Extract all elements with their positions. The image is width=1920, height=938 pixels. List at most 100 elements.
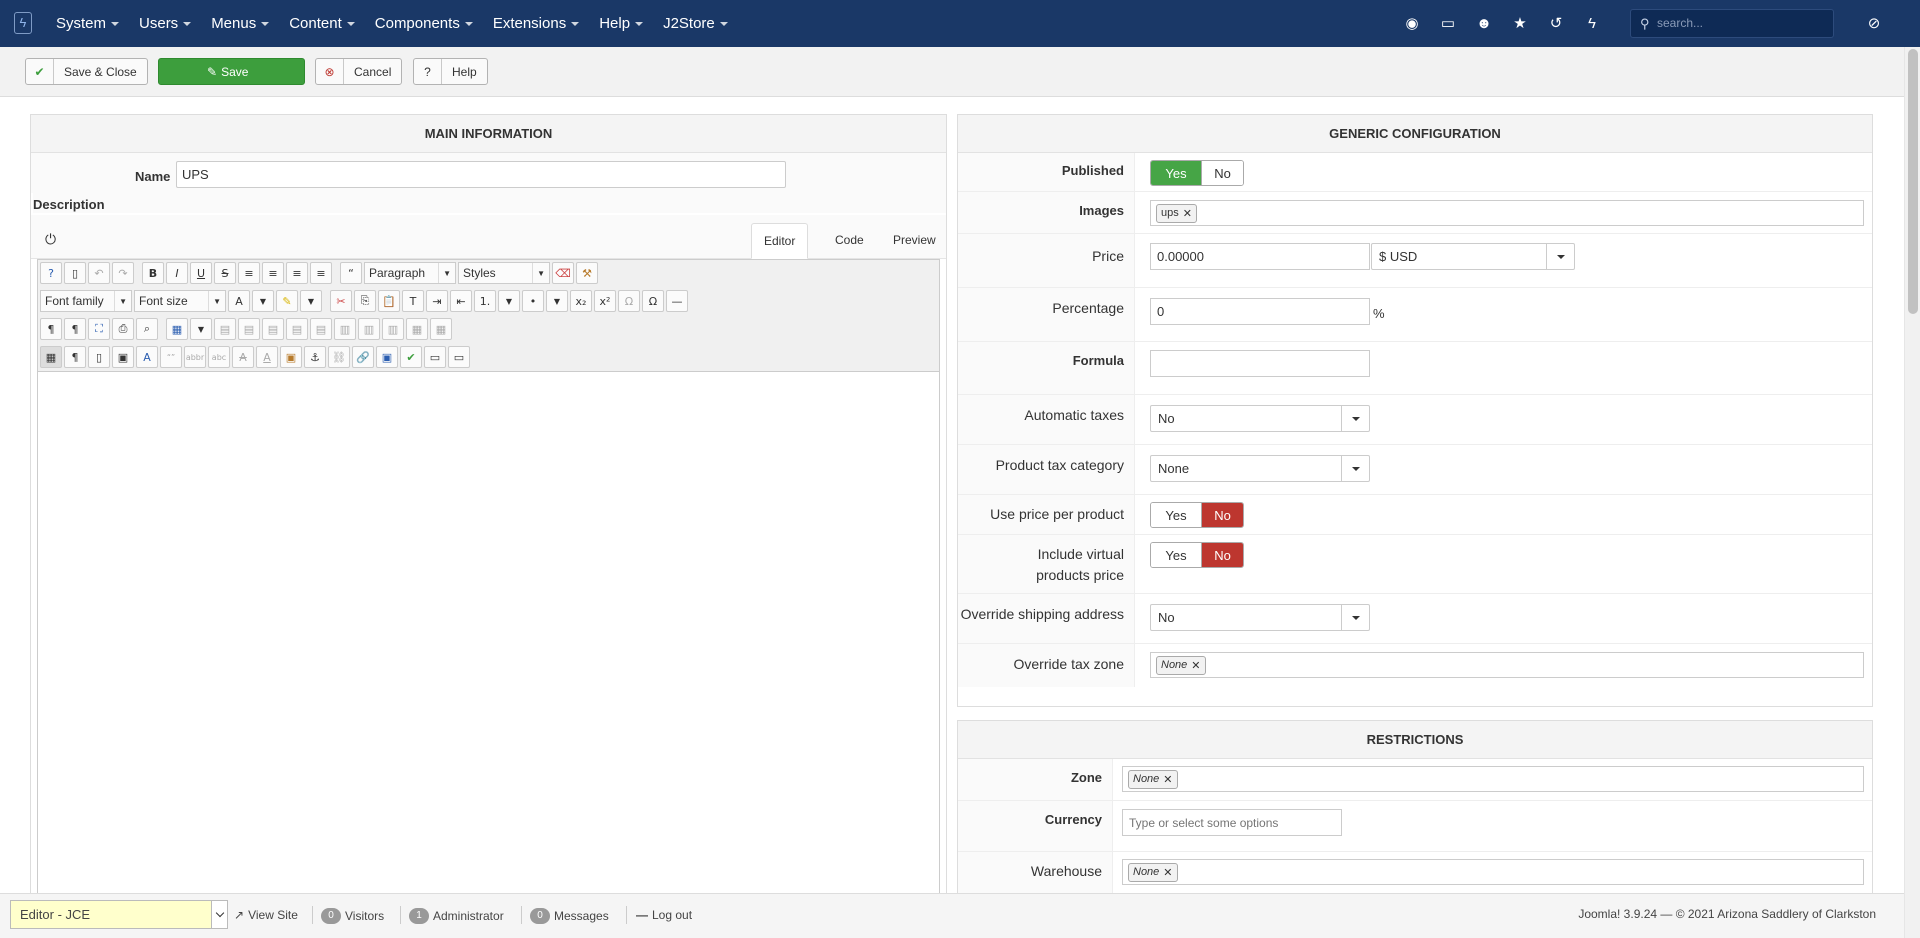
rtl-icon[interactable]: ¶ xyxy=(64,318,86,340)
image-icon[interactable]: ▣ xyxy=(376,346,398,368)
percentage-field[interactable] xyxy=(1150,298,1370,325)
include-virtual-yes-button[interactable]: Yes xyxy=(1151,543,1201,567)
override-tax-chip[interactable]: None ✕ xyxy=(1156,655,1206,675)
published-no-button[interactable]: No xyxy=(1201,161,1243,185)
rich-text-editor[interactable]: ? ▯ ↶ ↷ B I U S ≡ ≡ ≡ ≡ “ Paragraph ▼ Sty… xyxy=(37,259,940,938)
save-button[interactable]: ✎ Save xyxy=(158,58,305,85)
bolt-icon[interactable]: ϟ xyxy=(1574,0,1610,47)
align-right-icon[interactable]: ≡ xyxy=(310,262,332,284)
search-box[interactable]: ⚲ xyxy=(1630,9,1834,38)
logout-link[interactable]: — Log out xyxy=(636,908,692,922)
published-yes-button[interactable]: Yes xyxy=(1151,161,1201,185)
star-icon[interactable]: ★ xyxy=(1502,0,1538,47)
align-left-icon[interactable]: ≡ xyxy=(286,262,308,284)
font-family-select[interactable]: Font family ▼ xyxy=(40,290,132,312)
messages-status[interactable]: 0 Messages xyxy=(530,908,609,924)
split-cells-icon[interactable]: ▦ xyxy=(406,318,428,340)
cleanup-icon[interactable]: ⚒ xyxy=(576,262,598,284)
remove-icon[interactable]: ✕ xyxy=(1163,773,1172,786)
price-per-product-yes-button[interactable]: Yes xyxy=(1151,503,1201,527)
insert-text-icon[interactable]: A xyxy=(256,346,278,368)
bullet-list-icon[interactable]: • xyxy=(522,290,544,312)
font-style-icon[interactable]: A xyxy=(136,346,158,368)
format-select[interactable]: Paragraph ▼ xyxy=(364,262,456,284)
highlight-icon[interactable]: ✎ xyxy=(276,290,298,312)
blockquote-icon[interactable]: “ xyxy=(340,262,362,284)
help-button[interactable]: ? Help xyxy=(413,58,488,85)
styles-select[interactable]: Styles ▼ xyxy=(458,262,550,284)
include-virtual-no-button[interactable]: No xyxy=(1201,543,1243,567)
menu-help[interactable]: Help xyxy=(589,0,653,47)
insert-col-after-icon[interactable]: ▥ xyxy=(358,318,380,340)
acronym-icon[interactable]: abc xyxy=(208,346,230,368)
subscript-icon[interactable]: x₂ xyxy=(570,290,592,312)
superscript-icon[interactable]: x² xyxy=(594,290,616,312)
search-replace-icon[interactable]: ⌕ xyxy=(136,318,158,340)
automatic-taxes-select[interactable]: No xyxy=(1150,405,1370,432)
table-icon[interactable]: ▦ xyxy=(166,318,188,340)
merge-cells-icon[interactable]: ▦ xyxy=(430,318,452,340)
tab-editor[interactable]: Editor xyxy=(751,223,809,259)
align-justify-icon[interactable]: ≡ xyxy=(238,262,260,284)
link-icon[interactable]: 🔗 xyxy=(352,346,374,368)
indent-icon[interactable]: ⇥ xyxy=(426,290,448,312)
abbr-icon[interactable]: abbr xyxy=(184,346,206,368)
numbered-list-icon[interactable]: 1. xyxy=(474,290,496,312)
font-size-select[interactable]: Font size ▼ xyxy=(134,290,226,312)
horizontal-rule-icon[interactable]: — xyxy=(666,290,688,312)
read-more-icon[interactable]: ▭ xyxy=(424,346,446,368)
search-input[interactable] xyxy=(1657,13,1827,33)
menu-components[interactable]: Components xyxy=(365,0,483,47)
warehouse-chip[interactable]: None ✕ xyxy=(1128,862,1178,882)
insert-row-before-icon[interactable]: ▤ xyxy=(262,318,284,340)
joomla-logo-icon[interactable]: ϟ xyxy=(14,12,32,34)
delete-row-icon[interactable]: ▤ xyxy=(310,318,332,340)
formula-field[interactable] xyxy=(1150,350,1370,377)
menu-system[interactable]: System xyxy=(46,0,129,47)
strikethrough-icon[interactable]: S xyxy=(214,262,236,284)
chevron-down-icon[interactable]: ▼ xyxy=(252,290,274,312)
help-icon[interactable]: ? xyxy=(40,262,62,284)
text-color-icon[interactable]: A xyxy=(228,290,250,312)
outdent-icon[interactable]: ⇤ xyxy=(450,290,472,312)
chevron-down-icon[interactable]: ▼ xyxy=(546,290,568,312)
chevron-down-icon[interactable]: ▼ xyxy=(190,318,212,340)
administrator-status[interactable]: 1 Administrator xyxy=(409,908,504,924)
currency-select[interactable]: $ USD xyxy=(1371,243,1575,270)
name-field[interactable] xyxy=(176,161,786,188)
save-close-button[interactable]: ✔ Save & Close xyxy=(25,58,148,85)
fullscreen-icon[interactable]: ⛶ xyxy=(88,318,110,340)
zone-field[interactable]: None ✕ xyxy=(1122,766,1864,792)
visitors-status[interactable]: 0 Visitors xyxy=(321,908,384,924)
tab-preview[interactable]: Preview xyxy=(881,223,948,259)
delete-col-icon[interactable]: ▥ xyxy=(382,318,404,340)
new-document-icon[interactable]: ▯ xyxy=(64,262,86,284)
table-row-props-icon[interactable]: ▤ xyxy=(214,318,236,340)
currency-field[interactable] xyxy=(1122,809,1342,836)
price-per-product-no-button[interactable]: No xyxy=(1201,503,1243,527)
price-field[interactable] xyxy=(1150,243,1370,270)
menu-users[interactable]: Users xyxy=(129,0,201,47)
view-site-link[interactable]: ↗ View Site xyxy=(234,908,298,922)
underline-icon[interactable]: U xyxy=(190,262,212,284)
user-icon[interactable]: ☻ xyxy=(1466,0,1502,47)
menu-j2store[interactable]: J2Store xyxy=(653,0,738,47)
joomla-badge-icon[interactable]: ⊘ xyxy=(1856,0,1892,47)
insert-row-after-icon[interactable]: ▤ xyxy=(286,318,308,340)
remove-icon[interactable]: ✕ xyxy=(1183,207,1192,220)
scrollbar-thumb[interactable] xyxy=(1908,49,1918,314)
character-map-icon[interactable]: Ω xyxy=(618,290,640,312)
chevron-down-icon[interactable]: ▼ xyxy=(300,290,322,312)
delete-text-icon[interactable]: A xyxy=(232,346,254,368)
attribs-icon[interactable]: ▣ xyxy=(280,346,302,368)
tab-code[interactable]: Code xyxy=(823,223,876,259)
redo-icon[interactable]: ↷ xyxy=(112,262,134,284)
warehouse-field[interactable]: None ✕ xyxy=(1122,859,1864,885)
page-break-icon[interactable]: ▭ xyxy=(448,346,470,368)
show-blocks-icon[interactable]: ¶ xyxy=(64,346,86,368)
chevron-down-icon[interactable]: ▼ xyxy=(498,290,520,312)
menu-extensions[interactable]: Extensions xyxy=(483,0,589,47)
anchor-icon[interactable]: ⚓ xyxy=(304,346,326,368)
page-scrollbar[interactable] xyxy=(1904,47,1920,938)
ltr-icon[interactable]: ¶ xyxy=(40,318,62,340)
